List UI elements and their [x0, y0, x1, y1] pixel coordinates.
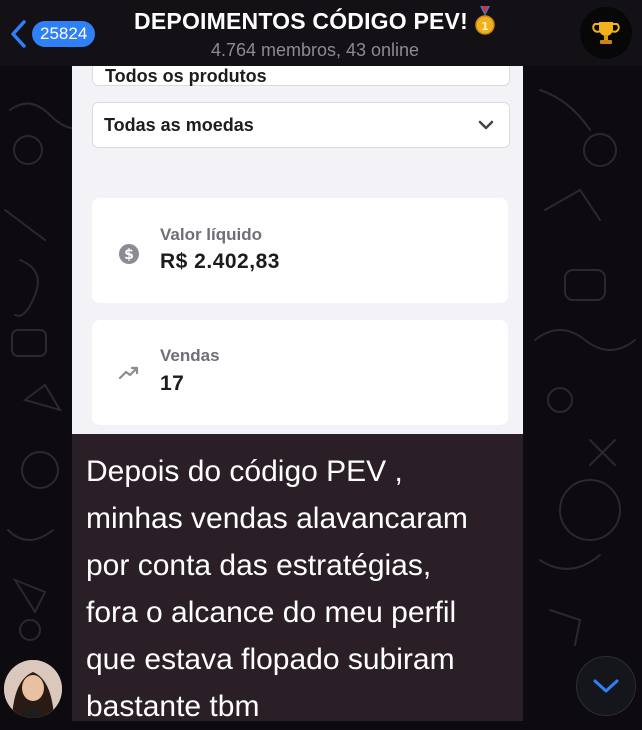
net-value-label: Valor líquido: [160, 225, 263, 244]
message-line: minhas vendas alavancaram: [86, 502, 468, 535]
message-line: fora o alcance do meu perfil: [86, 596, 457, 629]
chevron-down-icon: [593, 679, 619, 693]
unread-count-badge: 25824: [32, 21, 96, 47]
currency-filter-label: Todas as moedas: [104, 114, 254, 135]
chevron-left-icon: [11, 20, 26, 48]
net-value-amount: R$ 2.402,83: [160, 250, 280, 273]
sales-count-label: Vendas: [160, 346, 220, 365]
product-filter-select: Todos os produtos: [92, 66, 510, 86]
product-filter-label: Todos os produtos: [105, 66, 267, 86]
chat-subtitle: 4.764 membros, 43 online: [210, 40, 420, 60]
back-button[interactable]: 25824: [8, 17, 96, 51]
sales-screenshot-image[interactable]: Todos os produtos Todas as moedas $ Valo…: [72, 66, 523, 434]
gold-medal-icon: 1: [475, 6, 495, 35]
svg-text:1: 1: [481, 20, 489, 33]
svg-text:$: $: [124, 247, 134, 263]
person-photo-icon: [4, 660, 62, 718]
currency-filter-select: Todas as moedas: [92, 102, 510, 148]
sender-avatar[interactable]: [4, 660, 62, 718]
sales-count-card: Vendas 17: [92, 320, 508, 425]
chat-header: 25824 DEPOIMENTOS CÓDIGO PEV! 1 4.764 me…: [0, 0, 642, 66]
dollar-circle-icon: $: [119, 244, 139, 264]
sales-count-value: 17: [160, 372, 185, 395]
message-text: Depois do código PEV , minhas vendas ala…: [86, 448, 513, 730]
message-bubble[interactable]: Depois do código PEV , minhas vendas ala…: [72, 434, 523, 723]
chat-title: DEPOIMENTOS CÓDIGO PEV!: [134, 7, 468, 34]
scroll-to-bottom-button[interactable]: [576, 656, 636, 716]
message-line: por conta das estratégias,: [86, 549, 432, 582]
net-value-card: $ Valor líquido R$ 2.402,83: [92, 198, 508, 303]
trending-up-icon: [118, 366, 139, 380]
trophy-icon: [592, 22, 620, 44]
message-line: que estava flopado subiram: [86, 643, 455, 676]
chevron-down-icon: [478, 120, 494, 130]
chat-title-area[interactable]: DEPOIMENTOS CÓDIGO PEV! 1 4.764 membros,…: [120, 6, 510, 61]
message-line: Depois do código PEV ,: [86, 455, 403, 488]
message-line: bastante tbm: [86, 690, 260, 723]
group-avatar-button[interactable]: [580, 7, 632, 59]
